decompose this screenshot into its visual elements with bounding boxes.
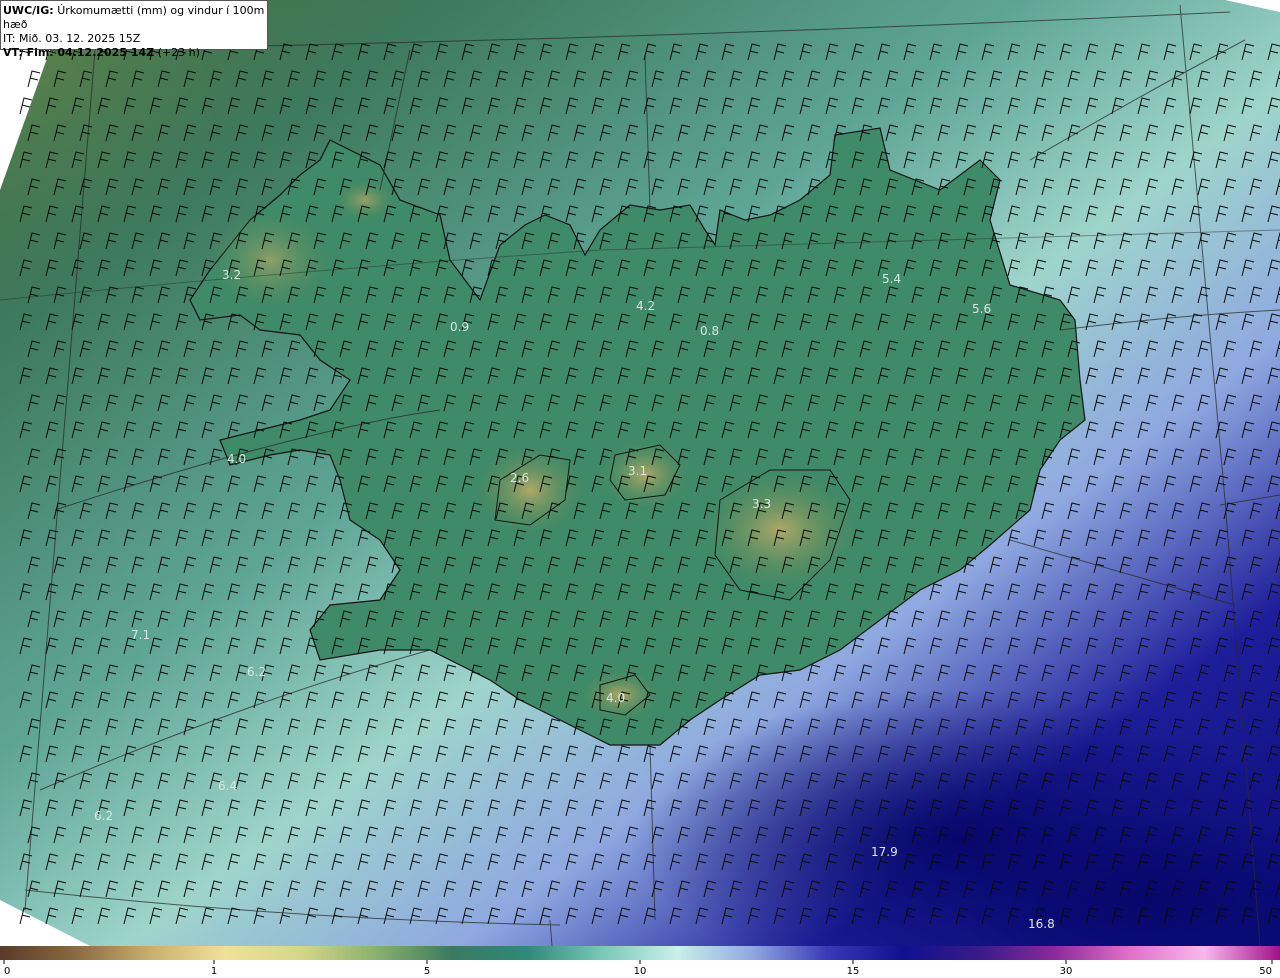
colorbar-tick-label: 15 <box>847 966 860 977</box>
colorbar-tick-label: 10 <box>634 966 647 977</box>
precip-label: 0.8 <box>700 324 719 338</box>
precip-label: 3.1 <box>628 464 647 478</box>
precip-label: 6.2 <box>94 809 113 823</box>
precip-label: 3.3 <box>752 497 771 511</box>
colorbar-tick-label: 30 <box>1060 966 1073 977</box>
precip-label: 4.0 <box>227 452 246 466</box>
forecast-info-box: UWC/IG: Úrkomumætti (mm) og vindur í 100… <box>0 0 268 59</box>
lead-time: (+23 h) <box>157 46 200 59</box>
precip-label: 6.4 <box>218 779 237 793</box>
precip-label: 5.4 <box>882 272 901 286</box>
colorbar-gradient <box>0 946 1280 960</box>
colorbar-tick-label: 5 <box>424 966 430 977</box>
colorbar-tick-label: 50 <box>1259 966 1272 977</box>
precip-label: 4.0 <box>606 691 625 705</box>
product-label: UWC/IG: <box>3 4 54 17</box>
product-line: UWC/IG: Úrkomumætti (mm) og vindur í 100… <box>3 4 267 32</box>
precip-label: 5.6 <box>972 302 991 316</box>
colorbar-ticks: 0 1 5 10 15 30 50 <box>3 960 1273 977</box>
valid-time-line: VT: Fim. 04.12.2025 14Z (+23 h) <box>3 46 267 60</box>
colorbar-tick-label: 1 <box>211 966 217 977</box>
precip-label: 6.2 <box>247 665 266 679</box>
precip-label: 4.2 <box>636 299 655 313</box>
glacier-langjokull <box>475 445 585 535</box>
precipitation-map: 3.2 0.9 4.2 0.8 5.4 5.6 4.0 2.6 3.1 3.3 … <box>0 0 1280 946</box>
precip-label: 0.9 <box>450 320 469 334</box>
colorbar: 0 1 5 10 15 30 50 <box>0 946 1280 977</box>
precip-label: 16.8 <box>1028 917 1055 931</box>
precip-label: 2.6 <box>510 471 529 485</box>
initial-time-line: IT: Mið. 03. 12. 2025 15Z <box>3 32 141 45</box>
valid-time-label: VT: Fim. 04.12.2025 14Z <box>3 46 155 59</box>
precip-label: 7.1 <box>131 628 150 642</box>
colorbar-tick-label: 0 <box>4 966 10 977</box>
precip-label: 17.9 <box>871 845 898 859</box>
precip-label: 3.2 <box>222 268 241 282</box>
